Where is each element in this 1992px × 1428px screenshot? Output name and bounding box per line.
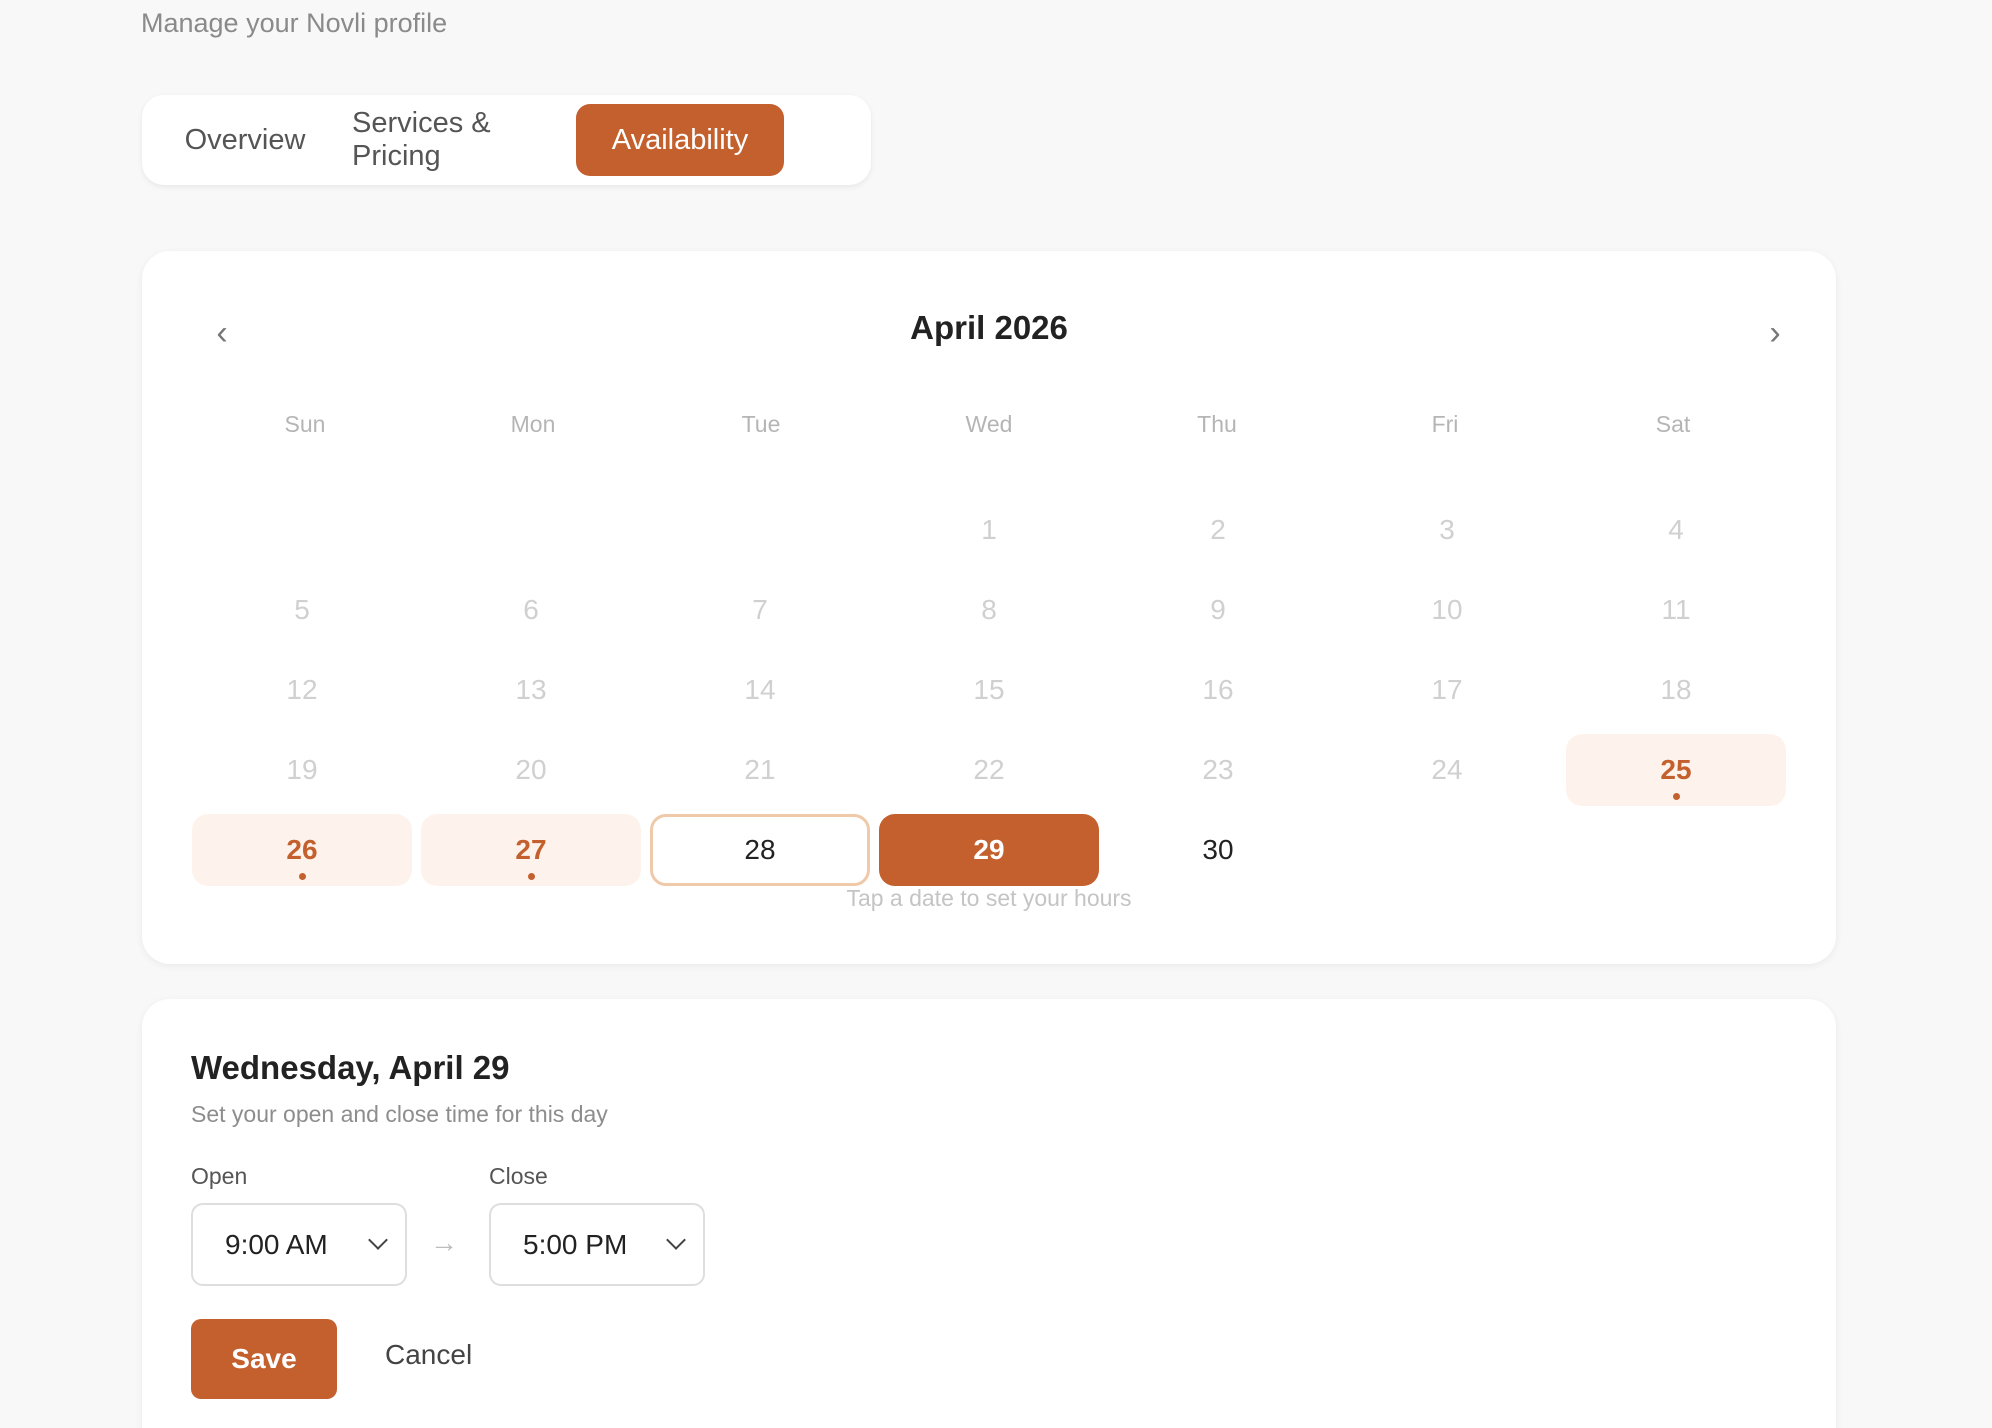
chevron-down-icon [666,1230,686,1250]
open-label: Open [191,1163,248,1189]
calendar-day-28[interactable]: 28 [650,814,870,886]
selected-day-subtitle: Set your open and close time for this da… [191,1101,608,1127]
calendar-day-4: 4 [1668,514,1684,545]
calendar-day-3: 3 [1439,514,1455,545]
calendar-day-25[interactable]: 25 [1566,734,1786,806]
calendar-day-27[interactable]: 27 [421,814,641,886]
calendar-day-13: 13 [515,674,547,705]
tab-services-pricing[interactable]: Services & Pricing [352,104,564,176]
calendar-day-23: 23 [1202,754,1234,785]
close-time-select[interactable]: 5:00 PM [489,1203,705,1286]
cancel-button[interactable]: Cancel [385,1339,472,1371]
calendar-day-1: 1 [981,514,997,545]
calendar-day-19: 19 [286,754,318,785]
open-time-value: 9:00 AM [225,1228,328,1260]
calendar-day-11: 11 [1661,594,1691,625]
calendar-day-24: 24 [1431,754,1463,785]
profile-subtitle: Manage your Novli profile [141,8,448,38]
calendar-day-18: 18 [1660,674,1692,705]
calendar-day-17: 17 [1431,674,1463,705]
close-label: Close [489,1163,548,1189]
day-hours-card: Wednesday, April 29 Set your open and cl… [142,999,1836,1428]
calendar-hint: Tap a date to set your hours [846,885,1132,911]
calendar-day-8: 8 [981,594,997,625]
calendar-day-7: 7 [752,594,768,625]
calendar-card: ‹ April 2026 › Sun Mon Tue Wed Thu Fri S… [142,251,1836,964]
calendar-day-10: 10 [1431,594,1463,625]
arrow-right-icon: → [430,1227,458,1258]
close-time-value: 5:00 PM [523,1228,628,1260]
tab-availability[interactable]: Availability [576,104,784,176]
calendar-day-21: 21 [744,754,776,785]
tab-overview[interactable]: Overview [150,104,340,176]
save-button[interactable]: Save [191,1319,337,1399]
calendar-day-14: 14 [744,674,776,705]
calendar-day-29[interactable]: 29 [879,814,1099,886]
open-time-select[interactable]: 9:00 AM [191,1203,407,1286]
calendar-day-26[interactable]: 26 [192,814,412,886]
calendar-grid: 1 2 3 4 5 6 7 8 9 10 11 12 13 14 15 16 17 18 19 20 21 22 23 24 2… [142,251,1836,964]
chevron-down-icon [368,1230,388,1250]
calendar-day-22: 22 [973,754,1005,785]
calendar-day-20: 20 [515,754,547,785]
calendar-day-30[interactable]: 30 [1108,814,1328,886]
calendar-day-9: 9 [1210,594,1226,625]
calendar-day-2: 2 [1210,514,1226,545]
profile-tabs: Overview Services & Pricing Availability [142,95,871,185]
calendar-day-12: 12 [286,674,318,705]
calendar-day-5: 5 [294,594,310,625]
calendar-day-15: 15 [973,674,1005,705]
calendar-day-6: 6 [523,594,539,625]
calendar-day-16: 16 [1202,674,1234,705]
selected-day-title: Wednesday, April 29 [191,1049,510,1086]
